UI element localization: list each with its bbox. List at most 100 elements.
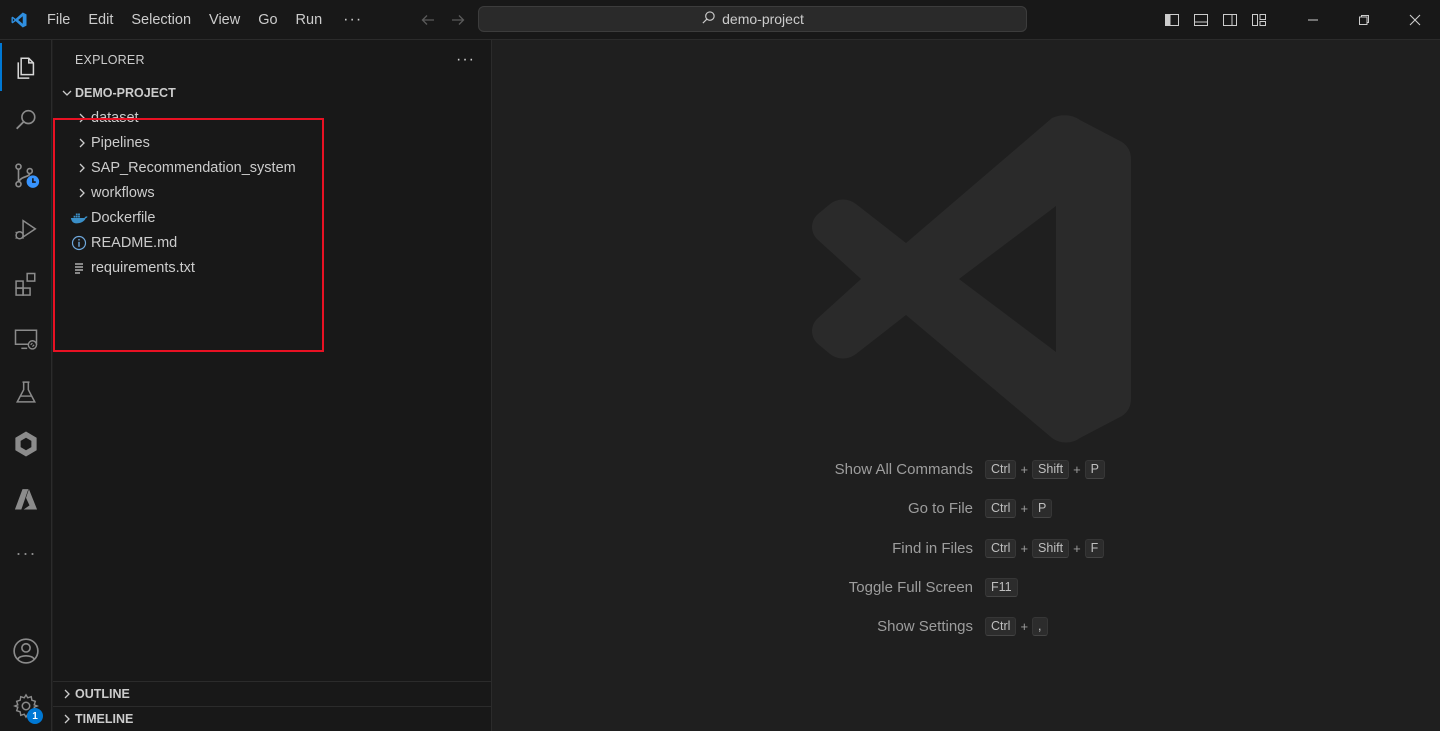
editor-area: Show All Commands Ctrl + Shift + P Go to…: [493, 40, 1440, 731]
tree-item-sap-recommendation-system[interactable]: SAP_Recommendation_system: [53, 155, 491, 180]
key-plus: +: [1073, 540, 1081, 556]
shortcut-label: Find in Files: [892, 539, 973, 557]
key-plus: +: [1020, 540, 1029, 556]
remote-explorer-icon[interactable]: [0, 315, 52, 363]
source-control-icon[interactable]: [0, 152, 52, 200]
key-plus: +: [1020, 500, 1029, 516]
shortcut-keys: Ctrl + Shift + F: [985, 538, 1105, 558]
manage-gear-icon[interactable]: 1: [0, 682, 52, 730]
menu-bar: File Edit Selection View Go Run ···: [38, 0, 374, 40]
tree-item-label: dataset: [91, 109, 139, 126]
toggle-secondary-sidebar-icon[interactable]: [1215, 0, 1244, 40]
menu-edit[interactable]: Edit: [79, 0, 122, 40]
close-icon[interactable]: [1389, 0, 1440, 40]
search-icon: [701, 10, 716, 28]
project-section-header[interactable]: DEMO-PROJECT: [53, 80, 491, 105]
menu-more-icon[interactable]: ···: [331, 0, 374, 40]
search-icon[interactable]: [0, 96, 52, 144]
tree-item-requirements[interactable]: requirements.txt: [53, 255, 491, 280]
vscode-logo-icon: [0, 0, 38, 40]
shortcut-find-in-files: Find in Files Ctrl + Shift + F: [493, 537, 1440, 559]
customize-layout-icon[interactable]: [1244, 0, 1273, 40]
shortcut-show-settings: Show Settings Ctrl + ,: [493, 615, 1440, 637]
chevron-right-icon: [74, 110, 90, 126]
forward-arrow-icon[interactable]: [448, 10, 468, 30]
explorer-icon[interactable]: [0, 43, 52, 91]
key: Ctrl: [985, 616, 1017, 636]
key-plus: +: [1020, 461, 1029, 477]
shortcut-label: Go to File: [907, 499, 973, 517]
shortcut-keys: Ctrl + P: [985, 498, 1053, 518]
command-center-text: demo-project: [722, 11, 804, 27]
docker-extension-icon[interactable]: [0, 420, 52, 468]
tree-item-label: Pipelines: [91, 134, 150, 151]
back-arrow-icon[interactable]: [418, 10, 438, 30]
menu-view[interactable]: View: [200, 0, 249, 40]
menu-go[interactable]: Go: [249, 0, 286, 40]
key: Shift: [1032, 538, 1070, 558]
chevron-right-icon: [74, 160, 90, 176]
toggle-panel-icon[interactable]: [1186, 0, 1215, 40]
menu-selection[interactable]: Selection: [122, 0, 200, 40]
key: Ctrl: [985, 459, 1017, 479]
outline-section-header[interactable]: OUTLINE: [53, 681, 491, 706]
key: Shift: [1032, 459, 1070, 479]
accounts-icon[interactable]: [0, 627, 52, 675]
testing-icon[interactable]: [0, 368, 52, 416]
file-tree: DEMO-PROJECT dataset Pipelines SAP_Recom…: [53, 80, 491, 352]
shortcut-label: Show Settings: [877, 617, 973, 635]
tree-item-workflows[interactable]: workflows: [53, 180, 491, 205]
tree-item-pipelines[interactable]: Pipelines: [53, 130, 491, 155]
tree-item-label: requirements.txt: [91, 259, 195, 276]
tree-item-label: workflows: [91, 184, 155, 201]
tree-item-label: SAP_Recommendation_system: [91, 159, 296, 176]
command-center-search[interactable]: demo-project: [478, 6, 1027, 32]
azure-icon[interactable]: [0, 475, 52, 523]
sidebar-more-icon[interactable]: ···: [456, 51, 475, 69]
text-file-icon: [69, 260, 89, 276]
tree-item-readme[interactable]: README.md: [53, 230, 491, 255]
tree-item-dataset[interactable]: dataset: [53, 105, 491, 130]
tree-item-label: Dockerfile: [91, 209, 156, 226]
chevron-right-icon: [59, 686, 75, 702]
title-bar: File Edit Selection View Go Run ··· demo…: [0, 0, 1440, 40]
menu-file[interactable]: File: [38, 0, 79, 40]
key-plus: +: [1020, 618, 1029, 634]
shortcut-toggle-full-screen: Toggle Full Screen F11: [493, 576, 1440, 598]
timeline-label: TIMELINE: [75, 712, 134, 726]
shortcut-keys: Ctrl + Shift + P: [985, 459, 1105, 479]
tree-item-dockerfile[interactable]: Dockerfile: [53, 205, 491, 230]
restore-icon[interactable]: [1338, 0, 1389, 40]
toggle-primary-sidebar-icon[interactable]: [1157, 0, 1186, 40]
key: P: [1032, 498, 1053, 518]
more-icon[interactable]: ···: [0, 529, 52, 577]
shortcut-go-to-file: Go to File Ctrl + P: [493, 497, 1440, 519]
key: Ctrl: [985, 538, 1017, 558]
activity-bar: ··· 1: [0, 40, 52, 731]
run-debug-icon[interactable]: [0, 206, 52, 254]
extensions-icon[interactable]: [0, 260, 52, 308]
sidebar-title: EXPLORER: [75, 53, 145, 67]
chevron-right-icon: [74, 185, 90, 201]
sidebar-header: EXPLORER ···: [53, 40, 491, 80]
nav-arrows: [418, 10, 468, 30]
outline-label: OUTLINE: [75, 687, 130, 701]
key: P: [1084, 459, 1105, 479]
timeline-section-header[interactable]: TIMELINE: [53, 706, 491, 731]
project-name: DEMO-PROJECT: [75, 85, 176, 100]
tree-item-label: README.md: [91, 234, 178, 251]
key-plus: +: [1073, 461, 1081, 477]
key: F: [1084, 538, 1105, 558]
shortcut-label: Show All Commands: [834, 460, 973, 478]
menu-run[interactable]: Run: [287, 0, 332, 40]
sidebar-bottom-sections: OUTLINE TIMELINE: [53, 681, 491, 731]
minimize-icon[interactable]: [1287, 0, 1338, 40]
key: Ctrl: [985, 498, 1017, 518]
chevron-down-icon: [59, 85, 75, 101]
shortcut-keys: F11: [985, 577, 1018, 597]
key: ,: [1032, 616, 1048, 636]
vscode-watermark-logo-icon: [810, 114, 1132, 449]
shortcut-show-all-commands: Show All Commands Ctrl + Shift + P: [493, 458, 1440, 480]
docker-file-icon: [69, 210, 89, 226]
title-bar-controls: [1157, 0, 1440, 40]
